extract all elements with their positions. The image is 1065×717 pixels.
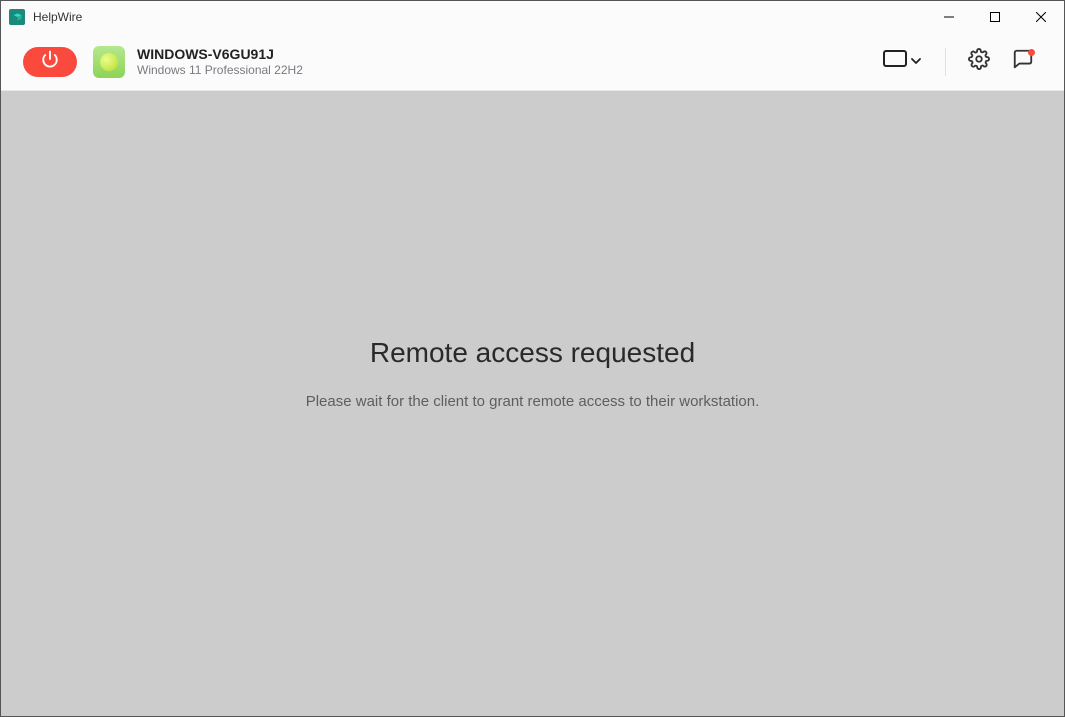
chat-button[interactable]: [1006, 45, 1040, 79]
minimize-button[interactable]: [926, 1, 972, 33]
chevron-down-icon: [911, 53, 921, 71]
device-os: Windows 11 Professional 22H2: [137, 63, 303, 79]
close-button[interactable]: [1018, 1, 1064, 33]
device-info: WINDOWS-V6GU91J Windows 11 Professional …: [93, 45, 303, 79]
app-icon: [9, 9, 25, 25]
device-avatar: [93, 46, 125, 78]
device-text: WINDOWS-V6GU91J Windows 11 Professional …: [137, 45, 303, 79]
titlebar-left: HelpWire: [9, 9, 82, 25]
status-title: Remote access requested: [370, 337, 695, 369]
main-content: Remote access requested Please wait for …: [1, 91, 1064, 716]
toolbar-left: WINDOWS-V6GU91J Windows 11 Professional …: [23, 45, 303, 79]
power-icon: [41, 50, 59, 73]
window-controls: [926, 1, 1064, 33]
display-selector-button[interactable]: [875, 44, 929, 79]
monitor-icon: [883, 50, 907, 73]
status-subtitle: Please wait for the client to grant remo…: [306, 393, 760, 410]
toolbar-right: [875, 44, 1040, 79]
gear-icon: [968, 48, 990, 75]
device-name: WINDOWS-V6GU91J: [137, 45, 303, 63]
notification-dot: [1028, 49, 1035, 56]
disconnect-button[interactable]: [23, 47, 77, 77]
settings-button[interactable]: [962, 45, 996, 79]
titlebar: HelpWire: [1, 1, 1064, 33]
app-title: HelpWire: [33, 10, 82, 24]
maximize-button[interactable]: [972, 1, 1018, 33]
toolbar-divider: [945, 48, 946, 76]
toolbar: WINDOWS-V6GU91J Windows 11 Professional …: [1, 33, 1064, 91]
